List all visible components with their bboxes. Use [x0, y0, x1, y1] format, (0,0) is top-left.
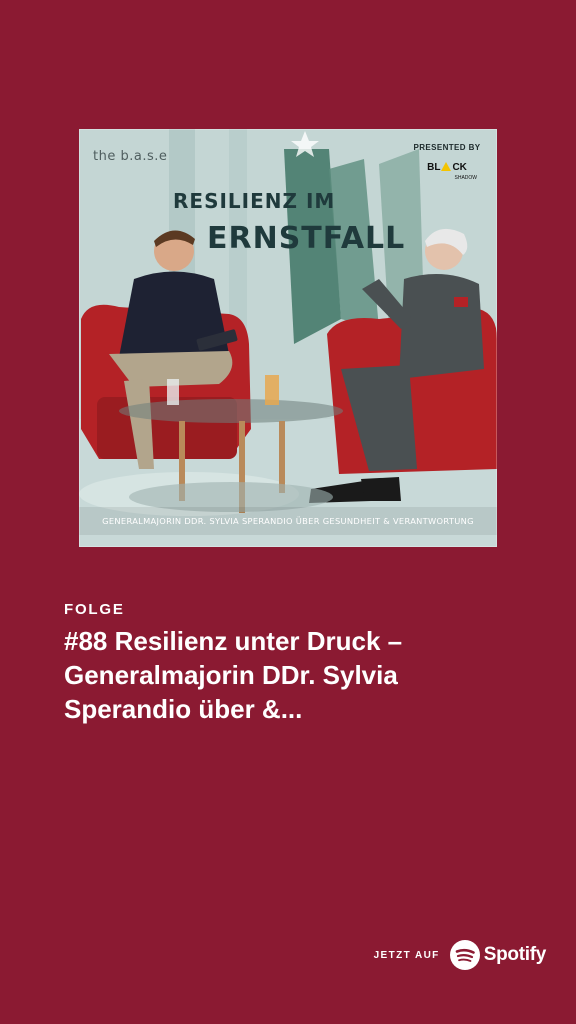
spotify-logo-icon: [449, 940, 480, 970]
podcast-cover-art[interactable]: the b.a.s.e PRESENTED BY BL CK SHADOW RES…: [79, 129, 497, 547]
sponsor-block: PRESENTED BY BL CK SHADOW: [405, 143, 489, 181]
episode-title[interactable]: #88 Resilienz unter Druck – Generalmajor…: [64, 624, 524, 726]
listen-on-spotify[interactable]: JETZT AUF Spotify: [374, 940, 546, 970]
sponsor-logo-text-a: BL: [427, 162, 441, 173]
cover-title-word-b: IM: [305, 189, 336, 213]
cta-label: JETZT AUF: [373, 949, 440, 961]
sponsor-logo-triangle-icon: [441, 162, 452, 171]
cover-title-word-a: RESILIENZ: [173, 189, 298, 213]
sponsor-logo: BL CK: [427, 162, 467, 173]
presented-by-label: PRESENTED BY: [413, 143, 481, 152]
sponsor-sub: SHADOW: [454, 175, 478, 181]
cover-brand: the b.a.s.e: [93, 149, 168, 164]
cover-title-line-2: ERNSTFALL: [207, 221, 406, 256]
spotify-wordmark: Spotify: [483, 944, 547, 965]
spotify-brand[interactable]: Spotify: [449, 940, 547, 970]
cover-caption: GENERALMAJORIN DDR. SYLVIA SPERANDIO ÜBE…: [102, 516, 474, 526]
sponsor-logo-text-b: CK: [452, 162, 467, 173]
episode-kicker: FOLGE: [64, 601, 125, 618]
cover-title-line-1: RESILIENZ IM: [173, 189, 335, 213]
